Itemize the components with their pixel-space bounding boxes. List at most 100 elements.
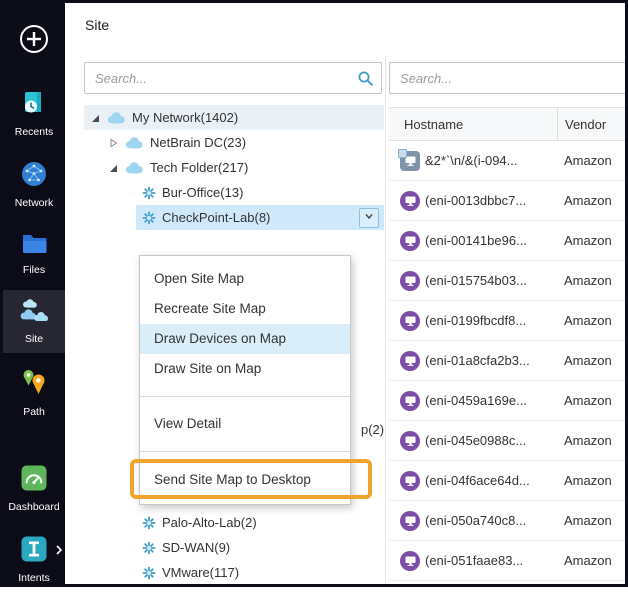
sidebar-item-label: Recents <box>15 126 54 139</box>
vendor-cell: Amazon <box>564 433 612 448</box>
vendor-cell: Amazon <box>564 233 612 248</box>
hostname-cell: (eni-050a740c8... <box>425 513 564 528</box>
collapse-arrow-icon[interactable] <box>90 113 102 123</box>
site-icon <box>142 516 156 530</box>
menu-separator <box>140 451 350 452</box>
vendor-cell: Amazon <box>564 473 612 488</box>
context-menu: Open Site Map Recreate Site Map Draw Dev… <box>139 255 351 505</box>
tree-node-label: Bur-Office(13) <box>162 185 243 200</box>
cloud-icon <box>106 111 126 124</box>
table-row[interactable]: (eni-050a740c8... Amazon <box>389 501 625 541</box>
table-row[interactable]: (eni-0459a169e... Amazon <box>389 381 625 421</box>
hostname-cell: (eni-01a8cfa2b3... <box>425 353 564 368</box>
table-row[interactable]: &2*`\n/&(i-094... Amazon <box>389 141 625 181</box>
menu-item-draw-site-on-map[interactable]: Draw Site on Map <box>140 354 350 384</box>
table-row[interactable]: (eni-01a8cfa2b3... Amazon <box>389 341 625 381</box>
table-row[interactable]: (eni-00141be96... Amazon <box>389 221 625 261</box>
menu-item-label: Send Site Map to Desktop <box>154 472 311 487</box>
tree-node-netbrain-dc[interactable]: NetBrain DC(23) <box>84 130 384 155</box>
device-icon <box>389 551 425 571</box>
tree-node-my-network[interactable]: My Network(1402) <box>84 105 384 130</box>
site-icon <box>142 211 156 225</box>
vendor-cell: Amazon <box>564 393 612 408</box>
sidebar-item-recents[interactable]: Recents <box>3 81 65 146</box>
menu-item-open-site-map[interactable]: Open Site Map <box>140 264 350 294</box>
panel-divider[interactable] <box>385 55 386 584</box>
table-row[interactable]: (eni-045e0988c... Amazon <box>389 421 625 461</box>
sidebar-item-dashboard[interactable]: Dashboard <box>3 456 65 521</box>
hostname-cell: (eni-0199fbcdf8... <box>425 313 564 328</box>
table-search-input[interactable] <box>390 63 625 93</box>
vendor-cell: Amazon <box>564 353 612 368</box>
device-icon <box>389 511 425 531</box>
tree-node-label: CheckPoint-Lab(8) <box>162 210 270 225</box>
table-header: Hostname Vendor <box>389 107 625 141</box>
search-icon[interactable] <box>357 70 374 92</box>
tree-node-vmware[interactable]: VMware(117) <box>84 560 384 584</box>
app-sidebar: Recents Network Files Site Path <box>3 3 65 584</box>
main-area: Site My Network(1402) NetBrain DC(23) <box>65 3 625 584</box>
node-menu-dropdown-button[interactable] <box>359 208 379 228</box>
site-icon <box>142 186 156 200</box>
hostname-cell: (eni-045e0988c... <box>425 433 564 448</box>
expand-chevron-icon[interactable] <box>55 543 63 561</box>
vendor-cell: Amazon <box>564 153 612 168</box>
sidebar-item-network[interactable]: Network <box>3 152 65 217</box>
menu-item-view-detail[interactable]: View Detail <box>140 409 350 439</box>
device-icon <box>389 191 425 211</box>
cloud-icon <box>124 161 144 174</box>
sidebar-item-path[interactable]: Path <box>3 359 65 426</box>
table-row[interactable]: (eni-015754b03... Amazon <box>389 261 625 301</box>
table-body: &2*`\n/&(i-094... Amazon (eni-0013dbbc7.… <box>389 141 625 584</box>
table-row[interactable]: (eni-0199fbcdf8... Amazon <box>389 301 625 341</box>
tree-node-bur-office[interactable]: Bur-Office(13) <box>84 180 384 205</box>
expand-arrow-icon[interactable] <box>108 138 120 148</box>
device-icon <box>389 271 425 291</box>
device-icon <box>389 231 425 251</box>
intents-icon <box>20 535 48 568</box>
tree-node-palo-alto-lab[interactable]: Palo-Alto-Lab(2) <box>84 510 384 535</box>
tree-node-sd-wan[interactable]: SD-WAN(9) <box>84 535 384 560</box>
plus-icon <box>18 43 50 58</box>
collapse-arrow-icon[interactable] <box>108 163 120 173</box>
menu-item-recreate-site-map[interactable]: Recreate Site Map <box>140 294 350 324</box>
column-header-hostname[interactable]: Hostname <box>389 117 557 132</box>
vendor-cell: Amazon <box>564 193 612 208</box>
page-title: Site <box>85 17 109 33</box>
tree-search-input[interactable] <box>85 63 381 93</box>
sidebar-item-label: Site <box>25 333 43 346</box>
folder-icon <box>20 231 48 260</box>
sidebar-item-site[interactable]: Site <box>3 290 65 353</box>
table-row[interactable]: (eni-0013dbbc7... Amazon <box>389 181 625 221</box>
tree-node-label: Palo-Alto-Lab(2) <box>162 515 257 530</box>
tree-node-checkpoint-lab[interactable]: CheckPoint-Lab(8) <box>84 205 384 230</box>
add-button[interactable] <box>18 23 50 55</box>
table-row[interactable]: (eni-051faae83... Amazon <box>389 541 625 581</box>
device-table-panel: Hostname Vendor &2*`\n/&(i-094... Amazon… <box>389 55 625 584</box>
sidebar-item-label: Intents <box>18 572 50 585</box>
device-icon <box>389 431 425 451</box>
hostname-cell: (eni-051faae83... <box>425 553 564 568</box>
sidebar-item-intents[interactable]: Intents <box>3 527 65 592</box>
sidebar-item-files[interactable]: Files <box>3 223 65 284</box>
device-icon <box>389 311 425 331</box>
sidebar-item-label: Path <box>23 406 45 419</box>
tree-node-label: NetBrain DC(23) <box>150 135 246 150</box>
menu-item-send-site-map-to-desktop[interactable]: Send Site Map to Desktop <box>140 464 350 496</box>
hostname-cell: (eni-0459a169e... <box>425 393 564 408</box>
map-pin-icon <box>20 367 48 402</box>
table-search-box <box>389 62 625 94</box>
device-icon <box>389 391 425 411</box>
sidebar-item-label: Files <box>23 264 45 277</box>
menu-item-draw-devices-on-map[interactable]: Draw Devices on Map <box>140 324 350 354</box>
tree-node-partial[interactable]: p(2) <box>361 422 384 437</box>
tree-node-tech-folder[interactable]: Tech Folder(217) <box>84 155 384 180</box>
table-row[interactable]: (eni-04f6ace64d... Amazon <box>389 461 625 501</box>
chevron-down-icon <box>363 210 375 225</box>
hostname-cell: (eni-015754b03... <box>425 273 564 288</box>
device-icon <box>389 151 425 171</box>
vendor-cell: Amazon <box>564 273 612 288</box>
tree-node-label: My Network(1402) <box>132 110 238 125</box>
gauge-icon <box>20 464 48 497</box>
column-header-vendor[interactable]: Vendor <box>557 108 606 140</box>
